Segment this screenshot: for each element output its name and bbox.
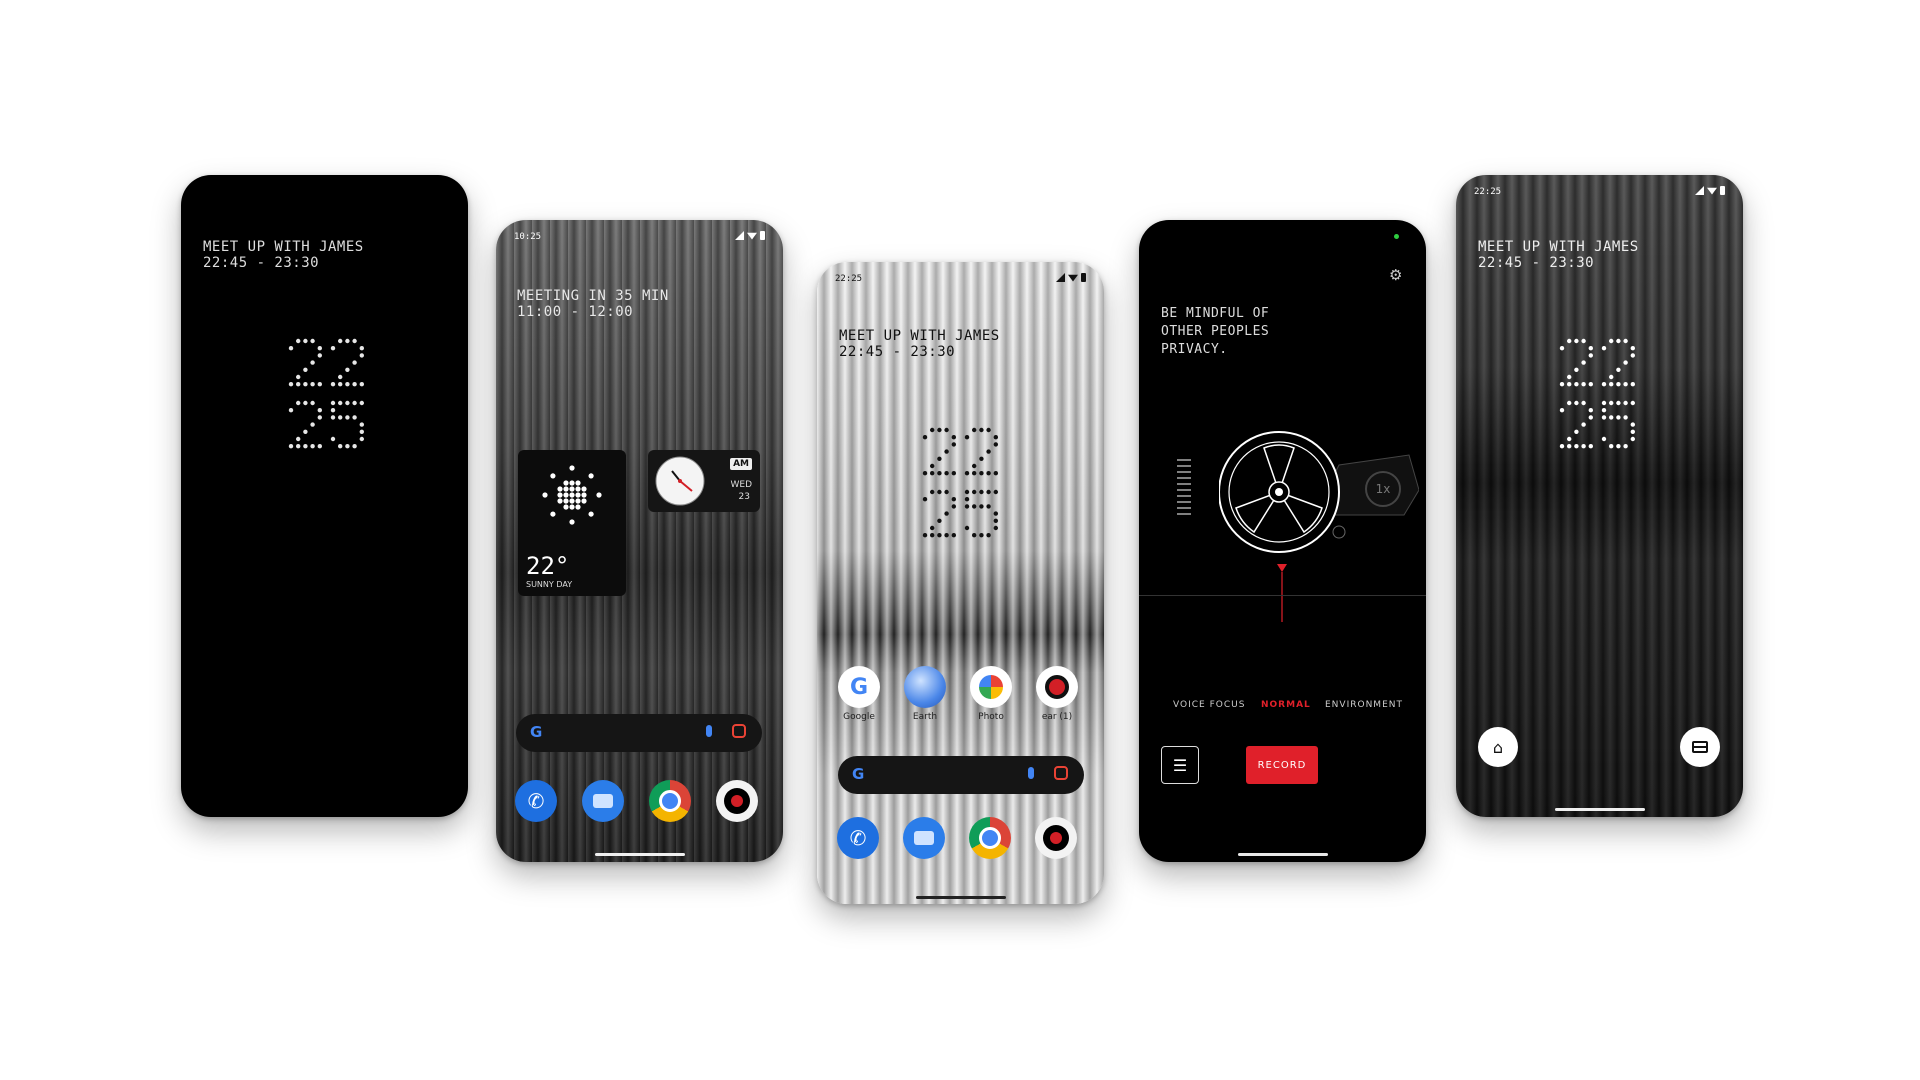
wifi-icon — [1707, 187, 1717, 195]
weather-condition: SUNNY DAY — [526, 580, 573, 589]
timeline-line — [1139, 595, 1426, 596]
home-indicator[interactable] — [915, 896, 1006, 899]
privacy-line-1: BE MINDFUL OF — [1161, 306, 1270, 321]
lens-icon[interactable] — [1054, 766, 1068, 780]
mode-normal[interactable]: NORMAL — [1261, 700, 1311, 710]
privacy-line-3: PRIVACY. — [1161, 342, 1228, 357]
record-label: RECORD — [1257, 759, 1307, 771]
phone-app-icon[interactable]: ✆ — [515, 780, 557, 822]
mode-environment[interactable]: ENVIRONMENT — [1325, 700, 1403, 710]
dot-clock — [288, 338, 364, 449]
list-icon: ☰ — [1172, 755, 1188, 775]
home-icon: ⌂ — [1492, 737, 1504, 757]
chrome-app-icon[interactable] — [969, 817, 1011, 859]
status-time: 10:25 — [514, 232, 542, 242]
status-bar: 22:25 — [1456, 185, 1743, 201]
wallet-button[interactable] — [1680, 727, 1720, 767]
event-time: 22:45 - 23:30 — [203, 255, 320, 271]
privacy-indicator-dot — [1394, 234, 1399, 239]
google-search-bar[interactable]: G — [838, 756, 1084, 794]
ear-app-icon[interactable] — [1036, 666, 1078, 708]
level-meter — [1177, 459, 1191, 515]
recorder-app-icon[interactable] — [716, 780, 758, 822]
clock-day: WED — [730, 480, 752, 490]
battery-icon — [760, 231, 765, 240]
clock-ampm: AM — [730, 458, 752, 470]
status-time: 22:25 — [1474, 187, 1502, 197]
status-time: 22:25 — [835, 274, 863, 284]
analog-clock-icon — [655, 456, 705, 506]
photos-app-icon[interactable] — [970, 666, 1012, 708]
mic-icon[interactable] — [1028, 767, 1034, 779]
weather-temp: 22° — [526, 552, 570, 580]
clock-date: 23 — [738, 492, 750, 502]
chrome-app-icon[interactable] — [649, 780, 691, 822]
wallet-icon — [1692, 741, 1708, 753]
event-time: 22:45 - 23:30 — [839, 344, 956, 360]
wifi-icon — [1068, 274, 1078, 282]
google-g-icon: G — [530, 723, 543, 741]
google-search-bar[interactable]: G — [516, 714, 762, 752]
home-indicator[interactable] — [1554, 808, 1645, 811]
signal-icon — [1056, 273, 1065, 282]
playhead-marker — [1277, 564, 1287, 622]
lens-icon[interactable] — [732, 724, 746, 738]
google-app-icon[interactable]: G — [838, 666, 880, 708]
status-bar: 10:25 — [496, 230, 783, 246]
home-indicator[interactable] — [1237, 853, 1328, 856]
signal-icon — [1695, 186, 1704, 195]
event-time: 22:45 - 23:30 — [1478, 255, 1595, 271]
privacy-line-2: OTHER PEOPLES — [1161, 324, 1270, 339]
phone-recorder: ⚙ BE MINDFUL OF OTHER PEOPLES PRIVACY. 1… — [1139, 220, 1426, 862]
zoom-label: 1x — [1375, 482, 1391, 496]
battery-icon — [1720, 186, 1725, 195]
settings-gear-icon[interactable]: ⚙ — [1389, 266, 1402, 284]
earth-app-icon[interactable] — [904, 666, 946, 708]
google-g-icon: G — [852, 765, 865, 783]
app-label-google: Google — [843, 712, 875, 722]
event-title: MEET UP WITH JAMES — [203, 239, 364, 255]
recorder-app-icon[interactable] — [1035, 817, 1077, 859]
app-label-photo: Photo — [978, 712, 1004, 722]
weather-widget[interactable]: 22° SUNNY DAY — [518, 450, 626, 596]
recordings-list-button[interactable]: ☰ — [1161, 746, 1199, 784]
event-title: MEET UP WITH JAMES — [839, 328, 1000, 344]
wifi-icon — [747, 232, 757, 240]
messages-app-icon[interactable] — [903, 817, 945, 859]
phone-lock: 22:25 MEET UP WITH JAMES 22:45 - 23:30 ⌂ — [1456, 175, 1743, 817]
home-control-button[interactable]: ⌂ — [1478, 727, 1518, 767]
zoom-indicator[interactable]: 1x — [1365, 471, 1401, 507]
app-label-ear: ear (1) — [1041, 712, 1073, 722]
phone-home-dark: 10:25 MEETING IN 35 MIN 11:00 - 12:00 22… — [496, 220, 783, 862]
battery-icon — [1081, 273, 1086, 282]
phone-app-icon[interactable]: ✆ — [837, 817, 879, 859]
home-indicator[interactable] — [594, 853, 685, 856]
sun-icon — [542, 465, 602, 525]
dot-clock — [922, 427, 998, 538]
phone-home-light: 22:25 MEET UP WITH JAMES 22:45 - 23:30 G… — [817, 262, 1104, 904]
messages-app-icon[interactable] — [582, 780, 624, 822]
clock-widget[interactable]: AM WED 23 — [648, 450, 760, 512]
status-bar: 22:25 — [817, 272, 1104, 288]
mic-icon[interactable] — [706, 725, 712, 737]
signal-icon — [735, 231, 744, 240]
event-title: MEET UP WITH JAMES — [1478, 239, 1639, 255]
mode-voice-focus[interactable]: VOICE FOCUS — [1173, 700, 1245, 710]
phone-aod: MEET UP WITH JAMES 22:45 - 23:30 — [181, 175, 468, 817]
app-label-earth: Earth — [912, 712, 938, 722]
event-time: 11:00 - 12:00 — [517, 304, 634, 320]
dot-clock — [1559, 338, 1635, 449]
record-button[interactable]: RECORD — [1246, 746, 1318, 784]
event-title: MEETING IN 35 MIN — [517, 288, 669, 304]
